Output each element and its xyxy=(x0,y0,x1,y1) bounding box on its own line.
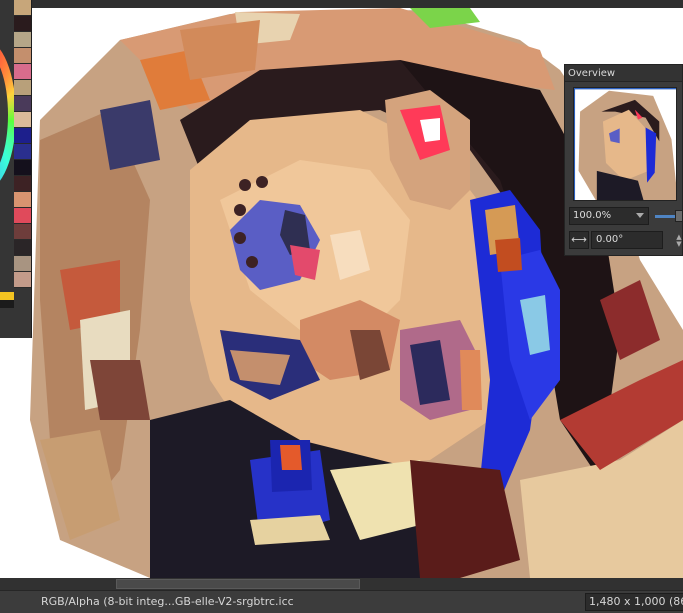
palette-swatch[interactable] xyxy=(14,128,31,144)
palette-swatches xyxy=(14,0,31,288)
palette-swatch[interactable] xyxy=(14,64,31,80)
zoom-level-value: 100.0% xyxy=(573,210,612,221)
palette-swatch[interactable] xyxy=(14,96,31,112)
palette-docker xyxy=(0,0,32,338)
palette-swatch[interactable] xyxy=(14,192,31,208)
status-bar: RGB/Alpha (8-bit integ...GB-elle-V2-srgb… xyxy=(0,590,683,613)
palette-swatch[interactable] xyxy=(14,0,31,16)
chevron-down-icon xyxy=(636,213,644,218)
background-color-swatch[interactable] xyxy=(0,300,14,308)
palette-swatch[interactable] xyxy=(14,80,31,96)
zoom-slider-handle[interactable] xyxy=(675,210,683,222)
rotate-icon[interactable]: ⟷ xyxy=(569,231,589,249)
palette-swatch[interactable] xyxy=(14,240,31,256)
palette-swatch[interactable] xyxy=(14,176,31,192)
color-profile-label[interactable]: RGB/Alpha (8-bit integ...GB-elle-V2-srgb… xyxy=(41,595,294,608)
palette-swatch[interactable] xyxy=(14,272,31,288)
palette-swatch[interactable] xyxy=(14,16,31,32)
palette-swatch[interactable] xyxy=(14,144,31,160)
top-toolbar-strip xyxy=(0,0,683,8)
scrollbar-thumb[interactable] xyxy=(116,579,360,589)
palette-swatch[interactable] xyxy=(14,208,31,224)
spin-arrows-icon[interactable]: ▲ ▼ xyxy=(674,234,683,248)
overview-thumbnail[interactable] xyxy=(573,87,677,201)
palette-swatch[interactable] xyxy=(14,112,31,128)
foreground-color-swatch[interactable] xyxy=(0,292,14,300)
krita-window: Overview 100.0% ⟷ 0.00° ▲ ▼ RGB/Alpha (8… xyxy=(0,0,683,613)
palette-swatch[interactable] xyxy=(14,48,31,64)
zoom-level-dropdown[interactable]: 100.0% xyxy=(569,207,649,225)
rotation-spinbox[interactable]: 0.00° ▲ ▼ xyxy=(591,231,682,249)
palette-swatch[interactable] xyxy=(14,32,31,48)
overview-thumbnail-image xyxy=(574,88,676,200)
overview-docker: Overview 100.0% ⟷ 0.00° ▲ ▼ xyxy=(564,64,683,256)
image-dimensions-label[interactable]: 1,480 x 1,000 (86.2 xyxy=(585,593,683,611)
overview-title: Overview xyxy=(565,65,682,82)
palette-swatch[interactable] xyxy=(14,256,31,272)
rotation-value: 0.00° xyxy=(596,234,624,245)
horizontal-scrollbar[interactable] xyxy=(0,578,683,590)
palette-swatch[interactable] xyxy=(14,224,31,240)
palette-swatch[interactable] xyxy=(14,160,31,176)
